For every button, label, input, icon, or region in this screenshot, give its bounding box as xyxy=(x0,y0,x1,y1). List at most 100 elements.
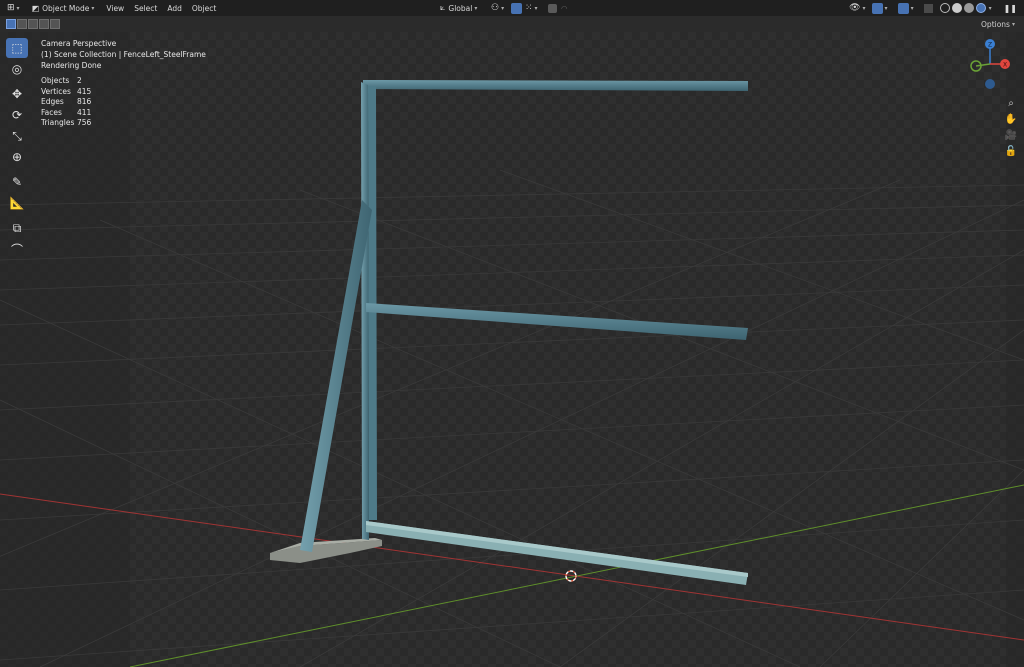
view-name: Camera Perspective xyxy=(41,39,117,48)
inner-post xyxy=(368,86,377,520)
stat-row: Vertices 415 xyxy=(41,87,91,98)
chevron-down-icon: ▾ xyxy=(862,4,866,12)
sidebar-toggle[interactable]: ❚❚ xyxy=(1001,1,1020,15)
curve-icon[interactable]: ⌒ xyxy=(6,239,28,259)
3d-viewport[interactable] xyxy=(0,32,1024,667)
hand-icon[interactable]: ✋ xyxy=(1004,112,1018,126)
chevron-down-icon: ▾ xyxy=(1011,20,1015,28)
select-intersect-icon[interactable] xyxy=(50,19,60,29)
stat-label: Vertices xyxy=(41,86,71,96)
pause-icon: ❚❚ xyxy=(1003,3,1017,13)
chevron-down-icon: ▾ xyxy=(474,4,478,12)
viewport-canvas[interactable] xyxy=(0,32,1024,667)
stat-value: 411 xyxy=(77,107,92,117)
gizmo-icon xyxy=(871,2,883,14)
neg-z-handle[interactable] xyxy=(985,79,995,89)
proportional-edit-icon xyxy=(548,3,557,13)
magnet-icon xyxy=(511,2,522,14)
solid-shading-icon[interactable] xyxy=(951,3,962,13)
eye-icon: 👁 xyxy=(849,3,861,13)
navigation-gizmo[interactable]: Z X xyxy=(964,36,1016,92)
shading-modes[interactable]: ▾ xyxy=(936,1,995,15)
gizmo-toggle[interactable]: ▾ xyxy=(869,1,891,15)
stat-value: 2 xyxy=(77,76,82,85)
orientation-label: Global xyxy=(448,3,473,13)
menu-object[interactable]: Object xyxy=(187,1,221,15)
chevron-down-icon: ▾ xyxy=(16,4,20,12)
select-invert-icon[interactable] xyxy=(39,19,49,29)
annotate-icon[interactable]: ✎ xyxy=(6,172,28,192)
render-status: Rendering Done xyxy=(41,61,102,70)
stat-row: Faces 411 xyxy=(41,108,91,119)
select-box-icon[interactable]: ⬚ xyxy=(6,38,28,58)
stat-label: Triangles xyxy=(41,118,75,127)
transform-icon[interactable]: ⊕ xyxy=(6,147,28,167)
move-icon[interactable]: ✥ xyxy=(6,84,28,104)
chevron-down-icon: ▾ xyxy=(910,4,914,12)
wireframe-shading-icon[interactable] xyxy=(939,3,950,13)
rotate-icon[interactable]: ⟳ xyxy=(6,105,28,125)
stat-label: Edges xyxy=(41,97,64,106)
stat-label: Faces xyxy=(41,107,62,117)
x-axis-label: X xyxy=(1003,62,1007,69)
cursor-icon[interactable]: ◎ xyxy=(6,59,28,79)
menu-add[interactable]: Add xyxy=(162,1,187,15)
select-new-icon[interactable] xyxy=(6,19,16,29)
chevron-down-icon: ▾ xyxy=(534,4,538,12)
header-right-group: 👁 ▾ ▾ ▾ ▾ ❚❚ xyxy=(846,0,1024,16)
overlay-toggle[interactable]: ▾ xyxy=(895,1,917,15)
stat-row: Objects 2 xyxy=(41,76,91,87)
falloff-icon: ◠ xyxy=(561,3,568,13)
stat-row: Triangles 756 xyxy=(41,118,91,129)
snap-grid-icon: ⁙ xyxy=(525,3,533,13)
stat-label: Objects xyxy=(41,76,70,85)
menu-select[interactable]: Select xyxy=(129,1,162,15)
material-shading-icon[interactable] xyxy=(963,3,974,13)
orientation-icon: ⟀ xyxy=(440,3,446,13)
select-subtract-icon[interactable] xyxy=(28,19,38,29)
options-dropdown[interactable]: Options ▾ xyxy=(978,18,1018,30)
z-axis-label: Z xyxy=(988,42,992,49)
pivot-point-dropdown[interactable]: ⚇ ▾ xyxy=(488,1,507,15)
overlay-icon xyxy=(897,2,909,14)
scene-statistics: Objects 2 Vertices 415 Edges 816 Faces 411 T… xyxy=(41,76,91,129)
menu-view[interactable]: View xyxy=(101,1,129,15)
tool-shelf: ⬚ ◎ ✥ ⟳ ⤡ ⊕ ✎ 📐 ⧉ ⌒ xyxy=(6,38,32,259)
xray-toggle[interactable] xyxy=(921,1,936,15)
mode-dropdown[interactable]: ◩ Object Mode ▾ xyxy=(29,1,98,15)
add-cube-icon[interactable]: ⧉ xyxy=(6,218,28,238)
visibility-dropdown[interactable]: 👁 ▾ xyxy=(846,1,868,15)
proportional-edit-toggle[interactable]: ◠ xyxy=(545,1,571,15)
scale-icon[interactable]: ⤡ xyxy=(6,126,28,146)
header-bar: ⊞ ▾ ◩ Object Mode ▾ View Select Add Objec… xyxy=(0,0,1024,16)
selection-mode-bar: Options ▾ xyxy=(0,16,1024,32)
pivot-icon: ⚇ xyxy=(491,3,500,13)
select-extend-icon[interactable] xyxy=(17,19,27,29)
chevron-down-icon: ▾ xyxy=(501,4,505,12)
stat-value: 415 xyxy=(77,86,92,96)
options-label: Options xyxy=(981,19,1010,29)
viewport-info: Camera Perspective (1) Scene Collection … xyxy=(41,38,206,71)
stat-value: 816 xyxy=(77,97,92,106)
camera-icon[interactable]: 🎥 xyxy=(1004,128,1018,142)
chevron-down-icon: ▾ xyxy=(91,4,95,12)
selection-mode-group xyxy=(6,19,60,29)
collection-line: (1) Scene Collection | FenceLeft_SteelFr… xyxy=(41,50,206,59)
zoom-icon[interactable]: ⌕ xyxy=(1004,96,1018,110)
chevron-down-icon: ▾ xyxy=(988,4,992,12)
snap-target-dropdown[interactable]: ⁙ ▾ xyxy=(522,1,541,15)
chevron-down-icon: ▾ xyxy=(884,4,888,12)
transform-orientation-dropdown[interactable]: ⟀ Global ▾ xyxy=(437,1,480,15)
editor-type-button[interactable]: ⊞ ▾ xyxy=(4,1,23,15)
xray-icon xyxy=(923,3,933,13)
rendered-shading-icon[interactable] xyxy=(975,3,986,13)
viewport-background xyxy=(0,32,1024,667)
measure-icon[interactable]: 📐 xyxy=(6,193,28,213)
stat-value: 756 xyxy=(77,118,92,127)
navigation-tools: ⌕ ✋ 🎥 🔓 xyxy=(1004,96,1018,158)
mode-label: Object Mode xyxy=(42,3,90,13)
editor-type-icon: ⊞ xyxy=(7,3,15,13)
lock-icon[interactable]: 🔓 xyxy=(1004,144,1018,158)
object-mode-icon: ◩ xyxy=(31,3,40,13)
stat-row: Edges 816 xyxy=(41,97,91,108)
